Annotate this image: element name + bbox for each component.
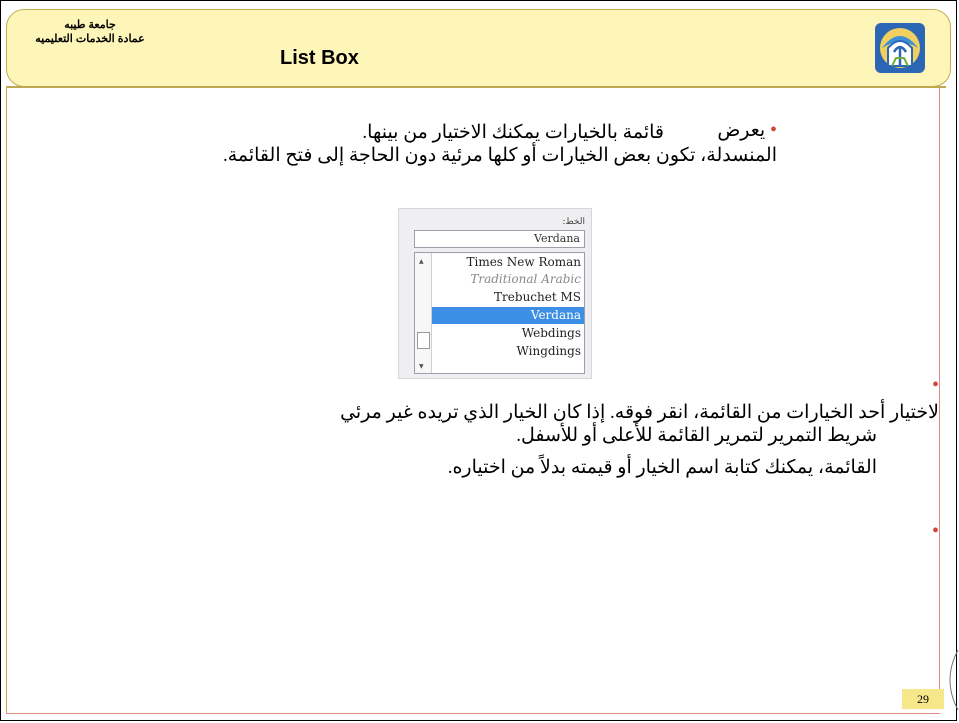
scroll-up-arrow-icon: ▲ [419,258,424,265]
slide-title: List Box [280,47,359,69]
paragraph-2-line-3: القائمة، يمكنك كتابة اسم الخيار أو قيمته… [447,457,877,478]
university-name: جامعة طيبه [64,19,116,31]
list-item: Wingdings [516,344,581,358]
corner-curve [949,650,959,710]
header-divider [6,86,946,88]
list-item: Webdings [521,326,581,340]
bullet-point-2: • [931,374,939,396]
list-item: Traditional Arabic [470,272,581,286]
list-item-selected: Verdana [432,307,584,324]
list-item: Trebuchet MS [494,290,581,304]
listbox-example-image: الخط: Verdana ▲ ▼ Times New Roman Tradit… [398,208,592,379]
bullet-point-3: • [931,520,939,542]
font-name-field: Verdana [414,230,585,248]
paragraph-1-line-1: • يعرض [717,119,777,141]
university-logo [875,23,925,73]
font-label: الخط: [562,217,585,227]
font-list: ▲ ▼ Times New Roman Traditional Arabic T… [414,252,585,374]
paragraph-1-line-2: المنسدلة، تكون بعض الخيارات أو كلها مرئي… [222,145,777,166]
organization-name: جامعة طيبه عمادة الخدمات التعليميه [20,18,160,46]
paragraph-2-line-1: لاختيار أحد الخيارات من القائمة، انقر فو… [340,402,939,423]
left-border-line [6,88,7,714]
scroll-thumb [417,332,430,349]
paragraph-2-line-2: شريط التمرير لتمرير القائمة للأعلى أو لل… [516,425,877,446]
deanship-name: عمادة الخدمات التعليميه [35,33,145,45]
list-scrollbar: ▲ ▼ [415,253,432,373]
bullet-point-1: • [769,119,777,141]
list-item: Times New Roman [466,255,581,269]
right-border-line [939,88,940,708]
paragraph-1-line-1-rest: قائمة بالخيارات يمكنك الاختيار من بينها. [362,122,664,143]
bottom-border-line [6,713,940,714]
page-number: 29 [902,689,944,709]
scroll-down-arrow-icon: ▼ [419,363,424,370]
